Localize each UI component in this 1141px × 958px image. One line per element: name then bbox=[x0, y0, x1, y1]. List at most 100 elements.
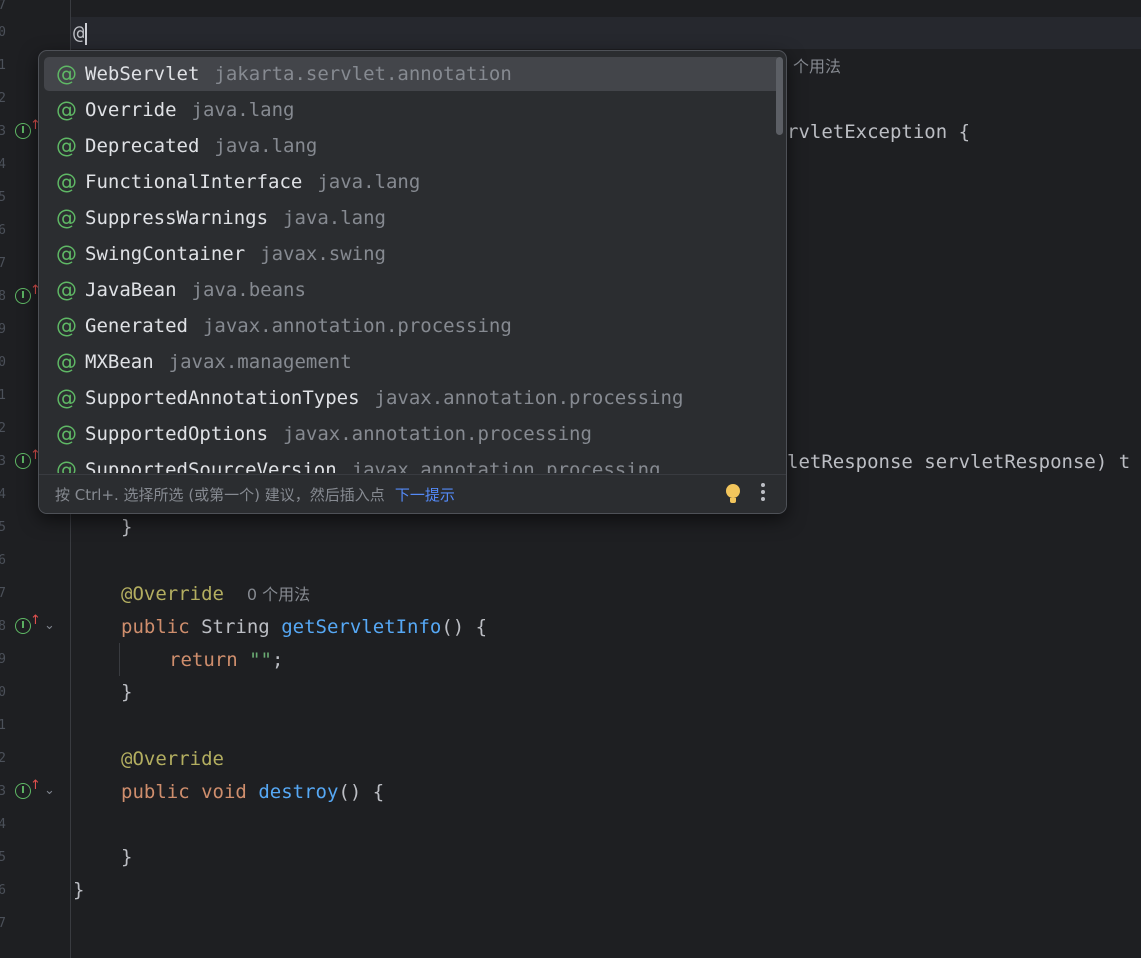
completion-item[interactable]: @ SupportedAnnotationTypes javax.annotatio… bbox=[44, 381, 781, 415]
completion-item[interactable]: @ SwingContainer javax.swing bbox=[44, 237, 781, 271]
implements-method-icon[interactable]: I ↑ ⌄ bbox=[15, 613, 55, 637]
line-number: 5 bbox=[0, 520, 6, 535]
completion-item-package: javax.annotation.processing bbox=[351, 459, 661, 473]
arrow-up-icon: ↑ bbox=[30, 778, 41, 793]
line-number: 4 bbox=[0, 157, 6, 172]
completion-item-name: Generated bbox=[85, 315, 188, 337]
line-number: 2 bbox=[0, 751, 6, 766]
line-number: 5 bbox=[0, 190, 6, 205]
completion-item-package: javax.management bbox=[168, 351, 352, 373]
text-caret bbox=[85, 22, 88, 45]
line-number: 4 bbox=[0, 817, 6, 832]
completion-item[interactable]: @ MXBean javax.management bbox=[44, 345, 781, 379]
closing-brace: } bbox=[121, 516, 133, 538]
line-number: 1 bbox=[0, 388, 6, 403]
completion-item[interactable]: @ Deprecated java.lang bbox=[44, 129, 781, 163]
method-name: destroy bbox=[258, 781, 339, 803]
line-number: 9 bbox=[0, 322, 6, 337]
line-number: 3 bbox=[0, 454, 6, 469]
parens-brace: () { bbox=[441, 616, 488, 638]
annotation-icon: @ bbox=[56, 422, 77, 446]
completion-item-package: java.lang bbox=[317, 171, 421, 193]
indent-guide bbox=[119, 643, 120, 676]
line-number: 6 bbox=[0, 883, 6, 898]
annotation-icon: @ bbox=[56, 242, 77, 266]
interface-icon: I bbox=[15, 618, 31, 634]
line-number: 1 bbox=[0, 718, 6, 733]
completion-popup[interactable]: @ WebServlet jakarta.servlet.annotation @ O… bbox=[38, 50, 787, 514]
cursor-line[interactable]: @ bbox=[73, 21, 88, 45]
line-number: 3 bbox=[0, 784, 6, 799]
code-fragment-servlet-response: letResponse servletResponse) t bbox=[787, 451, 1131, 473]
usage-hint[interactable]: 0 个用法 bbox=[247, 585, 310, 604]
line-number: 0 bbox=[0, 25, 6, 40]
void-keyword: void bbox=[201, 781, 247, 803]
lightbulb-icon[interactable] bbox=[726, 484, 740, 504]
line-number: 9 bbox=[0, 652, 6, 667]
footer-hint-text: 按 Ctrl+. 选择所选 (或第一个) 建议，然后插入点 bbox=[55, 485, 385, 504]
completion-item[interactable]: @ WebServlet jakarta.servlet.annotation bbox=[44, 57, 781, 91]
more-vertical-icon[interactable] bbox=[761, 483, 765, 504]
completion-item[interactable]: @ Override java.lang bbox=[44, 93, 781, 127]
method-signature-line: public void destroy() { bbox=[121, 780, 384, 804]
fold-chevron-icon[interactable]: ⌄ bbox=[44, 618, 55, 633]
string-literal: "" bbox=[249, 649, 272, 671]
fold-chevron-icon[interactable]: ⌄ bbox=[44, 783, 55, 798]
line-number: 4 bbox=[0, 487, 6, 502]
completion-item-name: FunctionalInterface bbox=[85, 171, 303, 193]
method-name: getServletInfo bbox=[281, 616, 442, 638]
completion-item-package: javax.swing bbox=[260, 243, 386, 265]
scrollbar-thumb[interactable] bbox=[776, 57, 783, 135]
closing-brace: } bbox=[121, 846, 133, 868]
completion-item-name: WebServlet bbox=[85, 63, 200, 85]
completion-list[interactable]: @ WebServlet jakarta.servlet.annotation @ O… bbox=[39, 51, 786, 473]
completion-item-package: java.lang bbox=[214, 135, 318, 157]
line-number: 3 bbox=[0, 124, 6, 139]
completion-footer: 按 Ctrl+. 选择所选 (或第一个) 建议，然后插入点 下一提示 bbox=[39, 474, 786, 513]
class-closing-brace: } bbox=[73, 879, 85, 901]
completion-item[interactable]: @ SupportedSourceVersion javax.annotation.… bbox=[44, 453, 781, 473]
return-line: return ""; bbox=[169, 648, 283, 672]
completion-item-name: SupportedAnnotationTypes bbox=[85, 387, 360, 409]
completion-item-package: javax.annotation.processing bbox=[283, 423, 592, 445]
override-annotation: @Override bbox=[121, 748, 224, 770]
completion-item-name: SuppressWarnings bbox=[85, 207, 269, 229]
completion-item-package: java.lang bbox=[283, 207, 386, 229]
annotation-icon: @ bbox=[56, 278, 77, 302]
parens-brace: () { bbox=[338, 781, 385, 803]
completion-item-name: SwingContainer bbox=[85, 243, 246, 265]
line-number: 2 bbox=[0, 91, 6, 106]
closing-brace: } bbox=[121, 681, 133, 703]
line-number: 7 bbox=[0, 0, 6, 13]
completion-item[interactable]: @ SupportedOptions javax.annotation.proces… bbox=[44, 417, 781, 451]
interface-icon: I bbox=[15, 288, 31, 304]
completion-item[interactable]: @ Generated javax.annotation.processing bbox=[44, 309, 781, 343]
completion-item[interactable]: @ FunctionalInterface java.lang bbox=[44, 165, 781, 199]
annotation-icon: @ bbox=[56, 62, 77, 86]
semicolon: ; bbox=[271, 649, 284, 671]
method-signature-line: public String getServletInfo() { bbox=[121, 615, 487, 639]
annotation-icon: @ bbox=[56, 206, 77, 230]
line-number: 8 bbox=[0, 619, 6, 634]
return-keyword: return bbox=[169, 649, 238, 671]
interface-icon: I bbox=[15, 783, 31, 799]
completion-item-package: jakarta.servlet.annotation bbox=[214, 63, 512, 85]
line-number: 6 bbox=[0, 553, 6, 568]
implements-method-icon[interactable]: I ↑ ⌄ bbox=[15, 778, 55, 802]
code-fragment-servlet-exception: rvletException { bbox=[787, 121, 971, 143]
completion-item-name: Deprecated bbox=[85, 135, 200, 157]
completion-item[interactable]: @ SuppressWarnings java.lang bbox=[44, 201, 781, 235]
typed-at-sign: @ bbox=[73, 22, 85, 44]
line-number: 6 bbox=[0, 223, 6, 238]
line-number: 8 bbox=[0, 289, 6, 304]
annotation-icon: @ bbox=[56, 170, 77, 194]
interface-icon: I bbox=[15, 123, 31, 139]
completion-item[interactable]: @ JavaBean java.beans bbox=[44, 273, 781, 307]
next-tip-link[interactable]: 下一提示 bbox=[395, 484, 455, 505]
annotation-icon: @ bbox=[56, 314, 77, 338]
interface-icon: I bbox=[15, 453, 31, 469]
annotation-icon: @ bbox=[56, 458, 77, 473]
completion-item-name: JavaBean bbox=[85, 279, 177, 301]
return-type: String bbox=[201, 616, 270, 638]
arrow-up-icon: ↑ bbox=[30, 613, 41, 628]
